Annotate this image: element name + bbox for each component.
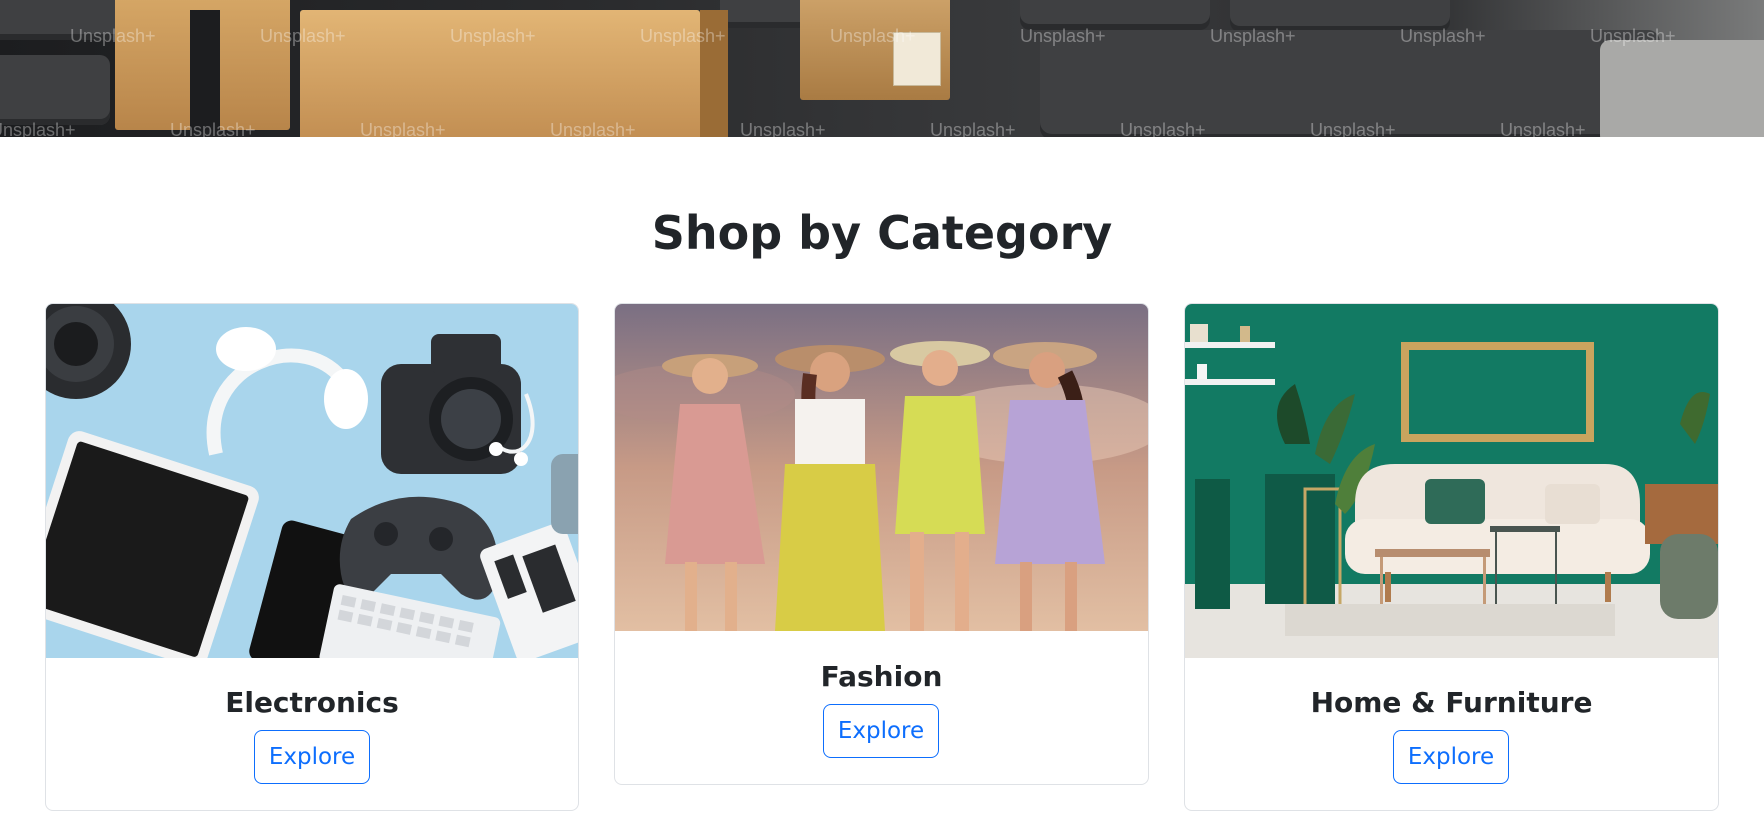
category-card-fashion: Fashion Explore [614,303,1149,785]
category-title: Home & Furniture [1310,686,1593,719]
watermark-text: Unsplash+ [1210,26,1296,46]
keyboard-key [1600,40,1764,137]
watermark-text: Unsplash+ [1400,26,1486,46]
keyboard-key [0,55,110,125]
watermark-text: Unsplash+ [170,120,256,137]
living-room-illustration [1185,304,1718,658]
category-card-home-furniture: Home & Furniture Explore [1184,303,1719,811]
watermark-text: Unsplash+ [1590,26,1676,46]
category-title: Electronics [225,686,399,719]
explore-electronics-button[interactable]: Explore [254,730,370,784]
section-title: Shop by Category [651,206,1113,260]
watermark-text: Unsplash+ [1020,26,1106,46]
watermark-text: Unsplash+ [70,26,156,46]
watermark-text: Unsplash+ [260,26,346,46]
explore-fashion-button[interactable]: Explore [823,704,939,758]
watermark-text: Unsplash+ [1310,120,1396,137]
category-card-electronics: Electronics Explore [45,303,579,811]
category-title: Fashion [820,660,943,693]
watermark-text: Unsplash+ [360,120,446,137]
watermark-text: Unsplash+ [550,120,636,137]
watermark-text: Unsplash+ [1500,120,1586,137]
green-living-room-image [1185,304,1718,658]
watermark-text: Unsplash+ [930,120,1016,137]
watermark-text: Unsplash+ [830,26,916,46]
watermark-text: Unsplash+ [740,120,826,137]
fashion-women-in-hats-image [615,304,1148,631]
watermark-text: Unsplash+ [0,120,76,137]
electronics-illustration [46,304,578,658]
parcel-box-shadow [190,10,220,130]
hero-banner-image: Unsplash+ Unsplash+ Unsplash+ Unsplash+ … [0,0,1764,137]
fashion-illustration [615,304,1148,631]
watermark-text: Unsplash+ [450,26,536,46]
watermark-text: Unsplash+ [1120,120,1206,137]
electronics-flatlay-image [46,304,578,658]
watermark-text: Unsplash+ [640,26,726,46]
explore-home-furniture-button[interactable]: Explore [1393,730,1509,784]
